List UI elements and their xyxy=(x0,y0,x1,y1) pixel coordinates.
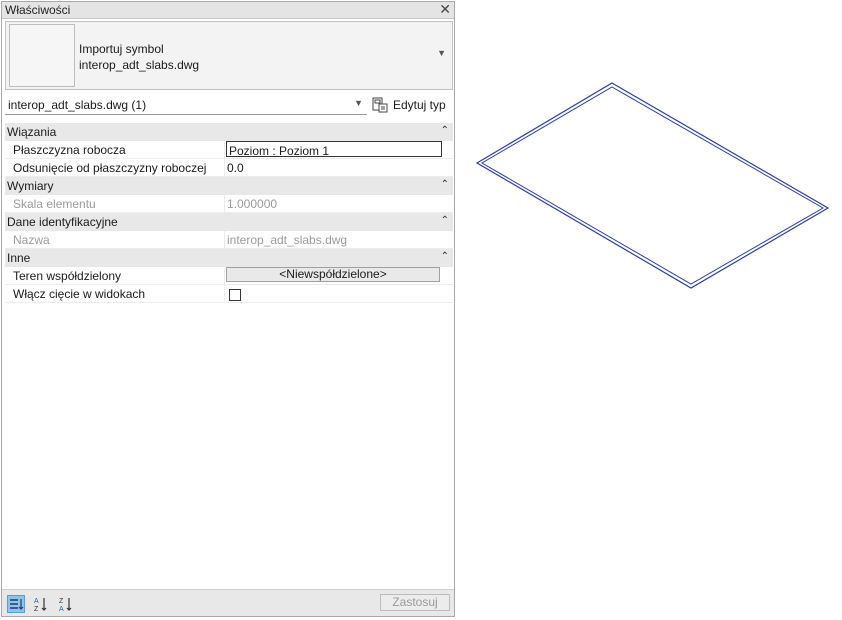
edit-type-icon xyxy=(372,97,388,113)
property-grid: Wiązania ⌃ Płaszczyzna robocza Poziom : … xyxy=(5,123,453,303)
work-plane-field[interactable]: Poziom : Poziom 1 xyxy=(226,141,442,158)
property-label: Skala elementu xyxy=(13,197,96,211)
category-header[interactable]: Wiązania ⌃ xyxy=(5,123,453,141)
chevron-down-icon[interactable]: ▼ xyxy=(354,98,363,108)
category-title: Wiązania xyxy=(7,125,57,139)
panel-footer: A Z Z A Zastosuj xyxy=(2,589,454,616)
category-title: Inne xyxy=(7,251,31,265)
family-name: Importuj symbol xyxy=(79,42,164,56)
property-value: 0.0 xyxy=(227,161,244,175)
property-row: Odsunięcie od płaszczyzny roboczej 0.0 xyxy=(5,159,453,177)
category-header[interactable]: Wymiary ⌃ xyxy=(5,177,453,195)
category-header[interactable]: Inne ⌃ xyxy=(5,249,453,267)
properties-panel: Właściwości ✕ Importuj symbol interop_ad… xyxy=(1,1,455,617)
slab-model[interactable] xyxy=(475,82,830,289)
chevron-down-icon[interactable]: ▼ xyxy=(437,48,446,58)
property-label: Płaszczyzna robocza xyxy=(13,143,126,157)
instance-filter-value: interop_adt_slabs.dwg (1) xyxy=(8,98,147,112)
collapse-icon[interactable]: ⌃ xyxy=(441,179,449,190)
panel-titlebar[interactable]: Właściwości ✕ xyxy=(2,1,454,19)
category-title: Wymiary xyxy=(7,179,54,193)
scale-field: 1.000000 xyxy=(224,195,453,212)
property-value-cell: <Niewspółdzielone> xyxy=(224,267,453,284)
type-thumbnail xyxy=(9,24,75,87)
type-selector-preview[interactable]: Importuj symbol interop_adt_slabs.dwg ▼ xyxy=(5,21,453,90)
offset-field[interactable]: 0.0 xyxy=(224,159,453,176)
panel-title: Właściwości xyxy=(5,3,71,17)
instance-filter-dropdown[interactable]: interop_adt_slabs.dwg (1) ▼ xyxy=(5,95,367,115)
model-viewport[interactable] xyxy=(457,0,842,620)
property-row: Skala elementu 1.000000 xyxy=(5,195,453,213)
categorized-sort-icon[interactable] xyxy=(7,595,25,613)
svg-text:Z: Z xyxy=(59,598,64,605)
sort-descending-icon[interactable]: Z A xyxy=(57,595,75,613)
svg-text:A: A xyxy=(59,606,64,613)
close-icon[interactable]: ✕ xyxy=(439,1,451,18)
property-label: Odsunięcie od płaszczyzny roboczej xyxy=(13,161,207,175)
collapse-icon[interactable]: ⌃ xyxy=(441,251,449,262)
cut-in-views-checkbox[interactable] xyxy=(229,289,241,301)
property-label: Nazwa xyxy=(13,233,50,247)
property-row: Teren współdzielony <Niewspółdzielone> xyxy=(5,267,453,285)
edit-type-button[interactable]: Edytuj typ xyxy=(372,96,454,114)
property-value-cell xyxy=(224,285,453,302)
property-value-cell[interactable]: Poziom : Poziom 1 xyxy=(224,141,453,158)
property-value: interop_adt_slabs.dwg xyxy=(227,233,348,247)
property-row: Włącz cięcie w widokach xyxy=(5,285,453,303)
property-label: Włącz cięcie w widokach xyxy=(13,287,146,301)
collapse-icon[interactable]: ⌃ xyxy=(441,125,449,136)
collapse-icon[interactable]: ⌃ xyxy=(441,215,449,226)
shared-site-button[interactable]: <Niewspółdzielone> xyxy=(226,267,440,282)
type-name: interop_adt_slabs.dwg xyxy=(79,58,200,72)
property-row: Płaszczyzna robocza Poziom : Poziom 1 xyxy=(5,141,453,159)
svg-text:Z: Z xyxy=(34,606,39,613)
category-title: Dane identyfikacyjne xyxy=(7,215,118,229)
property-value: Poziom : Poziom 1 xyxy=(229,144,330,158)
apply-button[interactable]: Zastosuj xyxy=(380,594,450,611)
category-header[interactable]: Dane identyfikacyjne ⌃ xyxy=(5,213,453,231)
property-value: 1.000000 xyxy=(227,197,278,211)
name-field: interop_adt_slabs.dwg xyxy=(224,231,453,248)
svg-text:A: A xyxy=(34,598,39,605)
property-label: Teren współdzielony xyxy=(13,269,122,283)
edit-type-label: Edytuj typ xyxy=(393,98,446,112)
sort-ascending-icon[interactable]: A Z xyxy=(32,595,50,613)
property-row: Nazwa interop_adt_slabs.dwg xyxy=(5,231,453,249)
